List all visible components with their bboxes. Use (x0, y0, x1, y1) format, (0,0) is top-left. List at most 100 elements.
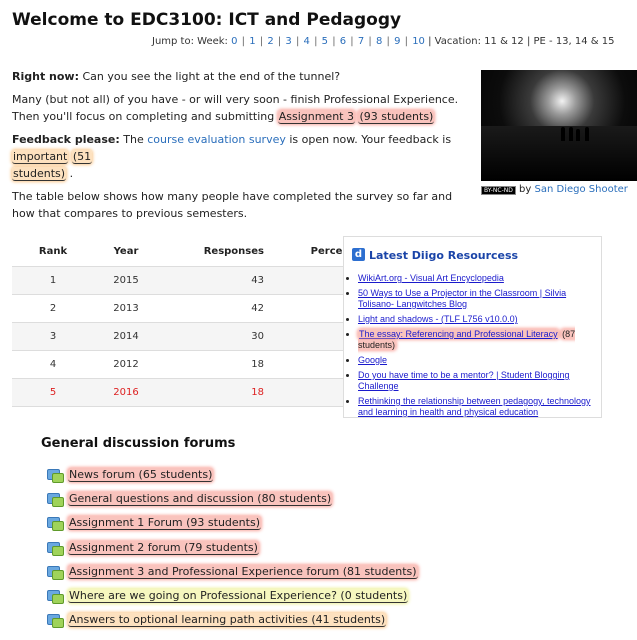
cell-responses: 18 (158, 350, 276, 379)
feedback-pre: The (119, 133, 148, 146)
jump-nav: Jump to: Week: 0 | 1 | 2 | 3 | 4 | 5 | 6… (152, 36, 615, 47)
page-title: Welcome to EDC3100: ICT and Pedagogy (12, 10, 402, 30)
forum-item[interactable]: Answers to optional learning path activi… (47, 612, 387, 628)
week-3-link[interactable]: 3 (285, 36, 291, 47)
week-2-link[interactable]: 2 (267, 36, 273, 47)
right-now-text: Can you see the light at the end of the … (78, 70, 341, 83)
forum-link[interactable]: Answers to optional learning path activi… (68, 613, 387, 627)
diigo-link[interactable]: Rethinking the relationship between peda… (358, 396, 591, 417)
list-item: Light and shadows - (TLF L756 v10.0.0) (358, 314, 601, 325)
diigo-header: d Latest Diigo Resourcess (344, 237, 601, 269)
right-now-paragraph: Right now: Can you see the light at the … (12, 68, 472, 85)
cell-year: 2014 (94, 322, 158, 351)
header-responses: Responses (158, 236, 276, 267)
table-row: 2 2013 42 39.62 (12, 294, 383, 323)
diigo-title[interactable]: Latest Diigo Resourcess (369, 249, 518, 262)
figure-silhouette (576, 129, 580, 141)
figure-silhouette (585, 127, 589, 141)
cell-responses: 43 (158, 266, 276, 295)
feedback-label: Feedback please: (12, 133, 120, 146)
diigo-icon: d (352, 248, 365, 261)
right-now-label: Right now: (12, 70, 79, 83)
figure-silhouette (561, 127, 565, 141)
survey-table: Rank Year Responses Percentage 1 2015 43… (12, 236, 383, 407)
forum-item[interactable]: Where are we going on Professional Exper… (47, 588, 409, 604)
important-count-a: (51 (71, 150, 93, 164)
forum-icon (47, 468, 64, 483)
cell-year: 2015 (94, 266, 158, 295)
san-diego-shooter-link[interactable]: San Diego Shooter (535, 184, 628, 195)
forum-item[interactable]: Assignment 1 Forum (93 students) (47, 515, 261, 531)
list-item: Do you have time to be a mentor? | Stude… (358, 370, 601, 392)
diigo-link[interactable]: Google (358, 355, 387, 365)
forum-icon (47, 516, 64, 531)
forum-item[interactable]: Assignment 2 forum (79 students) (47, 540, 259, 556)
intro: Right now: Can you see the light at the … (12, 68, 472, 222)
diigo-list: WikiArt.org - Visual Art Encyclopedia 50… (344, 273, 601, 418)
forum-icon (47, 613, 64, 628)
diigo-link[interactable]: The essay: Referencing and Professional … (358, 329, 559, 339)
forum-link[interactable]: Assignment 3 and Professional Experience… (68, 565, 418, 579)
diigo-panel: d Latest Diigo Resourcess WikiArt.org - V… (343, 236, 602, 418)
table-row-current: 5 2016 18 18.00 (12, 378, 383, 407)
forum-link[interactable]: Where are we going on Professional Exper… (68, 589, 409, 603)
assignment-3-label: Assignment 3 (278, 110, 354, 123)
forum-link[interactable]: Assignment 2 forum (79 students) (68, 541, 259, 555)
diigo-link[interactable]: Do you have time to be a mentor? | Stude… (358, 370, 569, 391)
cell-year: 2012 (94, 350, 158, 379)
cell-rank: 3 (12, 322, 94, 351)
forum-link[interactable]: General questions and discussion (80 stu… (68, 492, 333, 506)
many-paragraph: Many (but not all) of you have - or will… (12, 91, 472, 125)
forums-heading: General discussion forums (41, 436, 236, 451)
assignment-3-link[interactable]: Assignment 3 (277, 110, 355, 124)
survey-responses-table: Rank Year Responses Percentage 1 2015 43… (12, 236, 383, 407)
important-count-b: students) (12, 167, 67, 181)
forum-link[interactable]: News forum (65 students) (68, 468, 214, 482)
header-year: Year (94, 236, 158, 267)
list-item: 50 Ways to Use a Projector in the Classr… (358, 288, 601, 310)
list-item: The essay: Referencing and Professional … (358, 329, 601, 351)
forum-icon (47, 541, 64, 556)
header-rank: Rank (12, 236, 94, 267)
course-evaluation-survey-link[interactable]: course evaluation survey (147, 133, 286, 146)
figure-silhouette (569, 127, 573, 141)
cell-responses: 30 (158, 322, 276, 351)
tunnel-floor (481, 126, 637, 181)
forum-icon (47, 492, 64, 507)
jump-suffix: | Vacation: 11 & 12 | PE - 13, 14 & 15 (424, 36, 615, 47)
forum-icon (47, 565, 64, 580)
week-10-link[interactable]: 10 (412, 36, 425, 47)
forum-item[interactable]: News forum (65 students) (47, 467, 214, 483)
cell-responses: 42 (158, 294, 276, 323)
tunnel-photo[interactable] (481, 70, 637, 181)
cell-year: 2016 (94, 378, 158, 407)
important-link[interactable]: important (12, 150, 69, 164)
diigo-link[interactable]: WikiArt.org - Visual Art Encyclopedia (358, 273, 504, 283)
feedback-paragraph: Feedback please: The course evaluation s… (12, 131, 472, 182)
list-item: WikiArt.org - Visual Art Encyclopedia (358, 273, 601, 284)
cell-rank: 4 (12, 350, 94, 379)
cell-rank: 2 (12, 294, 94, 323)
cc-license-badge[interactable]: BY-NC-ND (481, 186, 516, 195)
table-row: 3 2014 30 33.71 (12, 322, 383, 351)
cell-rank: 5 (12, 378, 94, 407)
jump-prefix: Jump to: Week: (152, 36, 232, 47)
table-row: 4 2012 18 20.93 (12, 350, 383, 379)
list-item: Google (358, 355, 601, 366)
diigo-link[interactable]: 50 Ways to Use a Projector in the Classr… (358, 288, 566, 309)
diigo-link[interactable]: Light and shadows - (TLF L756 v10.0.0) (358, 314, 518, 324)
forum-icon (47, 589, 64, 604)
cell-responses: 18 (158, 378, 276, 407)
forum-item[interactable]: Assignment 3 and Professional Experience… (47, 564, 418, 580)
cell-year: 2013 (94, 294, 158, 323)
feedback-mid: is open now. Your feedback is (285, 133, 452, 146)
list-item: Rethinking the relationship between peda… (358, 396, 601, 418)
forum-item[interactable]: General questions and discussion (80 stu… (47, 491, 333, 507)
photo-credit: BY-NC-ND by San Diego Shooter (481, 184, 628, 195)
week-4-link[interactable]: 4 (304, 36, 310, 47)
week-1-link[interactable]: 1 (249, 36, 255, 47)
forum-link[interactable]: Assignment 1 Forum (93 students) (68, 516, 261, 530)
cell-rank: 1 (12, 266, 94, 295)
table-header-row: Rank Year Responses Percentage (12, 236, 383, 267)
feedback-end: . (66, 167, 74, 180)
